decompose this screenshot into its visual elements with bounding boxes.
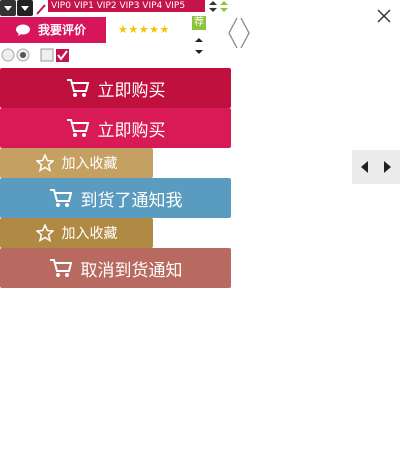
caret-down-icon bbox=[4, 6, 12, 11]
rating-stars[interactable]: ★★★★★ bbox=[118, 23, 170, 36]
cart-icon bbox=[66, 119, 89, 137]
buy-now-button-hover[interactable]: 立即购买 bbox=[0, 108, 231, 148]
sort-arrows-icon[interactable] bbox=[194, 36, 204, 56]
caret-down-icon bbox=[21, 6, 29, 11]
speech-bubble-icon bbox=[16, 24, 30, 36]
cart-icon bbox=[49, 189, 72, 207]
radio-buttons[interactable] bbox=[1, 48, 31, 62]
star-outline-icon bbox=[35, 224, 54, 242]
buy-now-button[interactable]: 立即购买 bbox=[0, 68, 231, 108]
edit-icon[interactable] bbox=[35, 2, 47, 16]
dropdown-toggle-button[interactable] bbox=[0, 0, 16, 16]
recommend-badge: 荐 bbox=[192, 16, 206, 30]
buy-now-label: 立即购买 bbox=[97, 120, 166, 141]
dropdown-toggle-button-active[interactable] bbox=[17, 0, 33, 16]
vip-level-strip: VIP0 VIP1 VIP2 VIP3 VIP4 VIP5 bbox=[48, 0, 205, 12]
star-outline-icon bbox=[35, 154, 54, 172]
notify-arrival-button[interactable]: 到货了通知我 bbox=[0, 178, 231, 218]
add-favorite-button[interactable]: 加入收藏 bbox=[0, 148, 153, 178]
cart-icon bbox=[66, 79, 89, 97]
carousel-control bbox=[352, 150, 400, 184]
close-icon[interactable] bbox=[376, 8, 392, 24]
cancel-notify-button[interactable]: 取消到货通知 bbox=[0, 248, 231, 288]
evaluate-button[interactable]: 我要评价 bbox=[0, 17, 106, 43]
buy-now-label: 立即购买 bbox=[97, 80, 166, 101]
notify-arrival-label: 到货了通知我 bbox=[80, 190, 183, 211]
angle-brackets-icon[interactable] bbox=[227, 16, 251, 50]
evaluate-label: 我要评价 bbox=[38, 23, 87, 37]
add-favorite-label: 加入收藏 bbox=[61, 156, 118, 172]
checkbox-pair[interactable] bbox=[40, 48, 72, 62]
add-favorite-label: 加入收藏 bbox=[61, 226, 118, 242]
stepper-up-down-green-icon[interactable] bbox=[219, 0, 229, 14]
arrow-right-icon[interactable] bbox=[382, 160, 392, 174]
arrow-left-icon[interactable] bbox=[360, 160, 370, 174]
cancel-notify-label: 取消到货通知 bbox=[80, 260, 183, 281]
add-favorite-button-hover[interactable]: 加入收藏 bbox=[0, 218, 153, 248]
stepper-up-down-icon[interactable] bbox=[208, 0, 218, 14]
cart-icon bbox=[49, 259, 72, 277]
